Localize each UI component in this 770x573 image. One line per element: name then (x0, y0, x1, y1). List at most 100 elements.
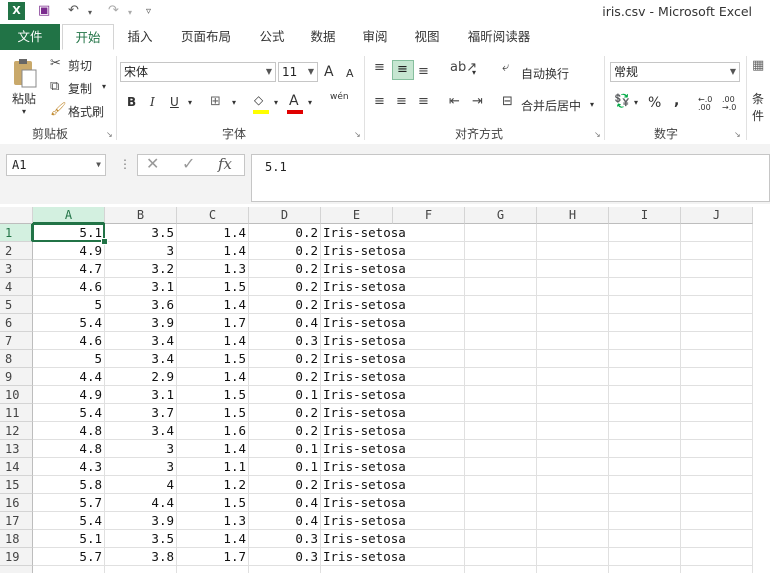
grid-cell[interactable]: 4.4 (105, 494, 177, 512)
grid-cell[interactable]: 5.1 (33, 224, 105, 242)
grid-cell[interactable]: 5.8 (33, 476, 105, 494)
grid-cell[interactable] (465, 350, 537, 368)
grid-cell[interactable]: 3.9 (105, 512, 177, 530)
font-color-icon[interactable]: A (289, 93, 299, 109)
column-header-f[interactable]: F (393, 207, 465, 224)
fill-handle[interactable] (101, 238, 108, 245)
row-header[interactable]: 18 (0, 530, 33, 548)
grid-cell[interactable]: Iris-setosa (321, 440, 406, 458)
conditional-format-button[interactable]: 条件 (752, 90, 770, 124)
grid-cell[interactable] (465, 476, 537, 494)
grid-cell[interactable] (609, 404, 681, 422)
grid-cell[interactable] (537, 494, 609, 512)
paste-icon[interactable] (10, 58, 38, 88)
grid-cell[interactable] (393, 296, 465, 314)
grid-cell[interactable] (681, 404, 753, 422)
grid-cell[interactable] (537, 548, 609, 566)
grid-cell[interactable]: 4.9 (33, 386, 105, 404)
grid-cell[interactable] (465, 530, 537, 548)
grid-cell[interactable] (609, 350, 681, 368)
grid-cell[interactable] (465, 548, 537, 566)
grid-cell[interactable]: 0.2 (249, 368, 321, 386)
column-header-j[interactable]: J (681, 207, 753, 224)
grid-cell[interactable] (609, 296, 681, 314)
row-header[interactable]: 17 (0, 512, 33, 530)
row-header[interactable]: 15 (0, 476, 33, 494)
grid-cell[interactable] (537, 224, 609, 242)
grid-cell[interactable]: 1.2 (177, 476, 249, 494)
grid-cell[interactable] (537, 386, 609, 404)
grid-cell[interactable] (465, 260, 537, 278)
excel-icon[interactable]: X (8, 2, 25, 20)
grid-cell[interactable] (681, 512, 753, 530)
grid-cell[interactable] (465, 494, 537, 512)
grid-cell[interactable]: Iris-setosa (321, 224, 406, 242)
grid-cell[interactable] (681, 242, 753, 260)
formula-input[interactable]: 5.1 (251, 154, 770, 202)
grid-cell[interactable]: 3.2 (105, 260, 177, 278)
grid-cell[interactable]: 3.5 (105, 224, 177, 242)
grid-cell[interactable]: Iris-setosa (321, 314, 406, 332)
tab-5[interactable]: 数据 (298, 24, 348, 50)
grid-cell[interactable] (681, 566, 753, 573)
grid-cell[interactable] (465, 458, 537, 476)
grid-cell[interactable] (465, 332, 537, 350)
grid-cell[interactable]: 0.2 (249, 296, 321, 314)
tab-1[interactable]: 开始 (62, 24, 114, 50)
grid-cell[interactable] (609, 314, 681, 332)
grid-cell[interactable]: Iris-setosa (321, 386, 406, 404)
grid-cell[interactable] (609, 458, 681, 476)
undo-dropdown-icon[interactable]: ▾ (88, 8, 92, 17)
grid-cell[interactable]: 5.4 (33, 314, 105, 332)
row-header[interactable]: 14 (0, 458, 33, 476)
grid-cell[interactable]: 0.1 (249, 458, 321, 476)
row-header[interactable]: 9 (0, 368, 33, 386)
enter-icon[interactable]: ✓ (182, 154, 195, 173)
row-header[interactable]: 7 (0, 332, 33, 350)
grid-cell[interactable]: Iris-setosa (321, 242, 406, 260)
grid-cell[interactable] (681, 350, 753, 368)
grid-cell[interactable] (609, 476, 681, 494)
grid-cell[interactable] (681, 422, 753, 440)
row-header[interactable]: 5 (0, 296, 33, 314)
copy-button[interactable]: 复制 (68, 80, 92, 97)
grid-cell[interactable]: 0.4 (249, 512, 321, 530)
grid-cell[interactable] (681, 458, 753, 476)
grid-cell[interactable] (393, 530, 465, 548)
grid-cell[interactable] (393, 512, 465, 530)
wrap-text-icon[interactable]: ⤶ (502, 60, 509, 75)
grid-cell[interactable] (537, 422, 609, 440)
comma-button[interactable]: , (674, 93, 679, 109)
font-size-combo[interactable]: 11 ▼ (278, 62, 318, 82)
grid-cell[interactable]: 4 (105, 476, 177, 494)
name-box[interactable]: A1 ▼ (6, 154, 106, 176)
grid-cell[interactable]: 1.5 (177, 386, 249, 404)
cut-button[interactable]: 剪切 (68, 57, 92, 74)
increase-decimal-button[interactable]: ←.0 .00 (698, 96, 716, 112)
align-center-icon[interactable]: ≡ (396, 94, 407, 109)
customize-icon[interactable]: ▿ (146, 6, 151, 17)
grid-cell[interactable]: 0.4 (249, 494, 321, 512)
spreadsheet-grid[interactable]: A B C D E F G H I J 1 5.1 3.5 1.4 0.2 Iris-setosa 2 4.9 3 1… (0, 207, 770, 573)
column-header-c[interactable]: C (177, 207, 249, 224)
row-header[interactable]: 1 (0, 224, 33, 242)
tab-8[interactable]: 福昕阅读器 (454, 24, 544, 50)
grid-cell[interactable] (537, 458, 609, 476)
grid-cell[interactable]: 1.5 (177, 278, 249, 296)
grid-cell[interactable]: 1.4 (177, 368, 249, 386)
grid-cell[interactable]: 4.9 (33, 242, 105, 260)
cancel-icon[interactable]: ✕ (146, 154, 159, 173)
column-header-b[interactable]: B (105, 207, 177, 224)
grid-cell[interactable] (393, 404, 465, 422)
grid-cell[interactable]: 1.5 (177, 494, 249, 512)
grid-cell[interactable] (681, 440, 753, 458)
copy-icon[interactable]: ⧉ (50, 79, 59, 94)
grid-cell[interactable] (465, 440, 537, 458)
grid-cell[interactable] (609, 530, 681, 548)
grid-cell[interactable]: 3.5 (105, 530, 177, 548)
grid-cell[interactable] (609, 422, 681, 440)
grid-cell[interactable] (393, 278, 465, 296)
grid-cell[interactable] (609, 512, 681, 530)
increase-indent-icon[interactable]: ⇥ (472, 94, 483, 109)
tab-0[interactable]: 文件 (0, 24, 60, 50)
